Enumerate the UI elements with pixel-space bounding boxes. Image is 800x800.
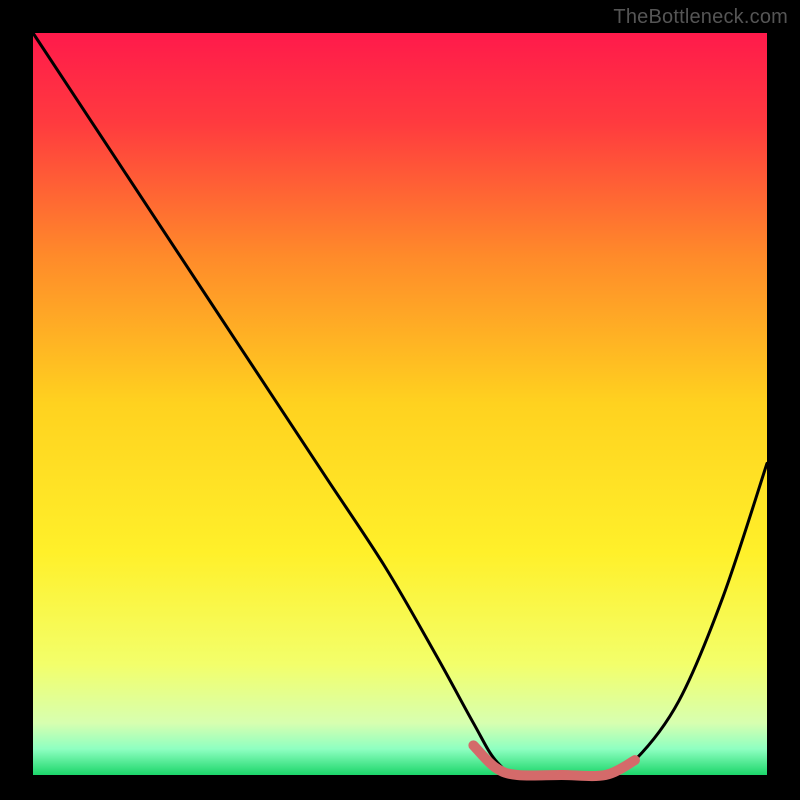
chart-frame: TheBottleneck.com — [0, 0, 800, 800]
bottleneck-curve-plot — [0, 0, 800, 800]
gradient-panel — [33, 33, 767, 775]
